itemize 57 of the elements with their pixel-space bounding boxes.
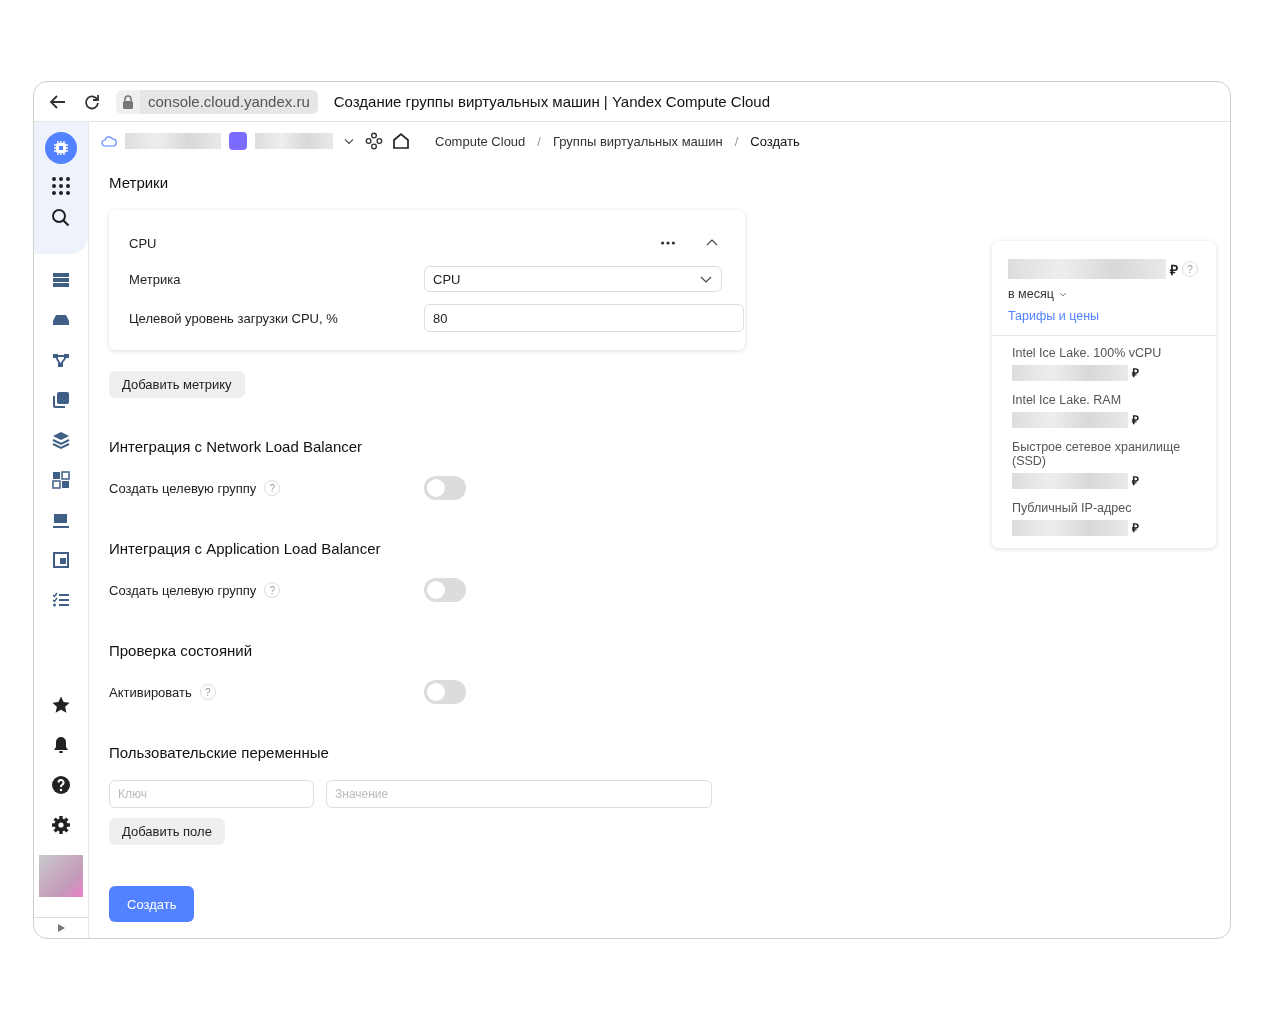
pricing-link[interactable]: Тарифы и цены [1008,309,1099,323]
server-rack-icon[interactable] [51,270,71,290]
price-item-name: Быстрое сетевое хранилище (SSD) [1012,440,1182,468]
breadcrumb-link[interactable]: Создать [750,133,800,149]
field-label: Создать целевую группу [109,582,257,598]
help-icon[interactable] [51,775,71,795]
bell-icon[interactable] [51,735,71,755]
section-title: Метрики [109,174,170,191]
nodes-icon[interactable] [365,132,383,150]
toggle-switch[interactable] [424,578,466,602]
key-input-field[interactable]: Ключ [109,780,314,808]
price-item-name: Intel Ice Lake. 100% vCPU [1012,346,1163,360]
cloud-icon [101,135,117,147]
card-title: CPU [129,235,158,251]
breadcrumb-link[interactable]: Группы виртуальных машин [552,133,723,149]
field-label: Метрика [129,271,182,287]
lock-icon [122,94,134,109]
folder-icon[interactable] [229,132,247,150]
star-icon[interactable] [51,695,71,715]
breadcrumb-separator: / [537,133,541,149]
home-icon[interactable] [391,131,411,151]
period-select[interactable]: в месяц [1008,287,1200,301]
section-title: Проверка состояний [109,642,254,659]
currency-sign: ₽ [1132,412,1139,428]
currency-sign: ₽ [1132,520,1139,536]
currency-sign: ₽ [1132,473,1139,489]
price-item-name: Intel Ice Lake. RAM [1012,393,1123,407]
breadcrumb-separator: / [734,133,739,149]
create-button[interactable]: Создать [109,886,195,922]
breadcrumb-link[interactable]: Compute Cloud [435,133,526,149]
add-metric-button[interactable]: Добавить метрику [109,371,245,398]
section-title: Интеграция с Application Load Balancer [109,540,382,557]
squares-icon[interactable] [51,470,71,490]
section-title: Пользовательские переменные [109,744,330,761]
toggle-switch[interactable] [424,680,466,704]
compute-icon[interactable] [45,132,77,164]
page-title: Создание группы виртуальных машин | Yandex Compute Cloud [333,93,771,110]
layers-icon[interactable] [51,430,71,450]
metric-select[interactable]: CPU [424,266,722,292]
apps-grid-icon[interactable] [51,176,71,196]
section-title: Интеграция с Network Load Balancer [109,438,364,455]
stacked-images-icon[interactable] [51,390,71,410]
settings-icon[interactable] [51,815,71,835]
field-label: Целевой уровень загрузки CPU, % [129,310,339,326]
input-field[interactable]: 80 [424,304,744,332]
frame-icon[interactable] [51,550,71,570]
field-label: Создать целевую группу [109,480,257,496]
add-field-button[interactable]: Добавить поле [109,818,225,845]
currency-sign: ₽ [1132,365,1139,381]
field-label: Активировать [109,684,192,700]
value-input-field[interactable]: Значение [326,780,712,808]
price-item-name: Публичный IP-адрес [1012,501,1133,515]
search-icon[interactable] [51,208,71,228]
toggle-switch[interactable] [424,476,466,500]
expand-icon[interactable] [56,923,66,933]
currency-sign: ₽ [1170,260,1178,279]
address-bar[interactable]: console.cloud.yandex.ru [116,89,318,114]
